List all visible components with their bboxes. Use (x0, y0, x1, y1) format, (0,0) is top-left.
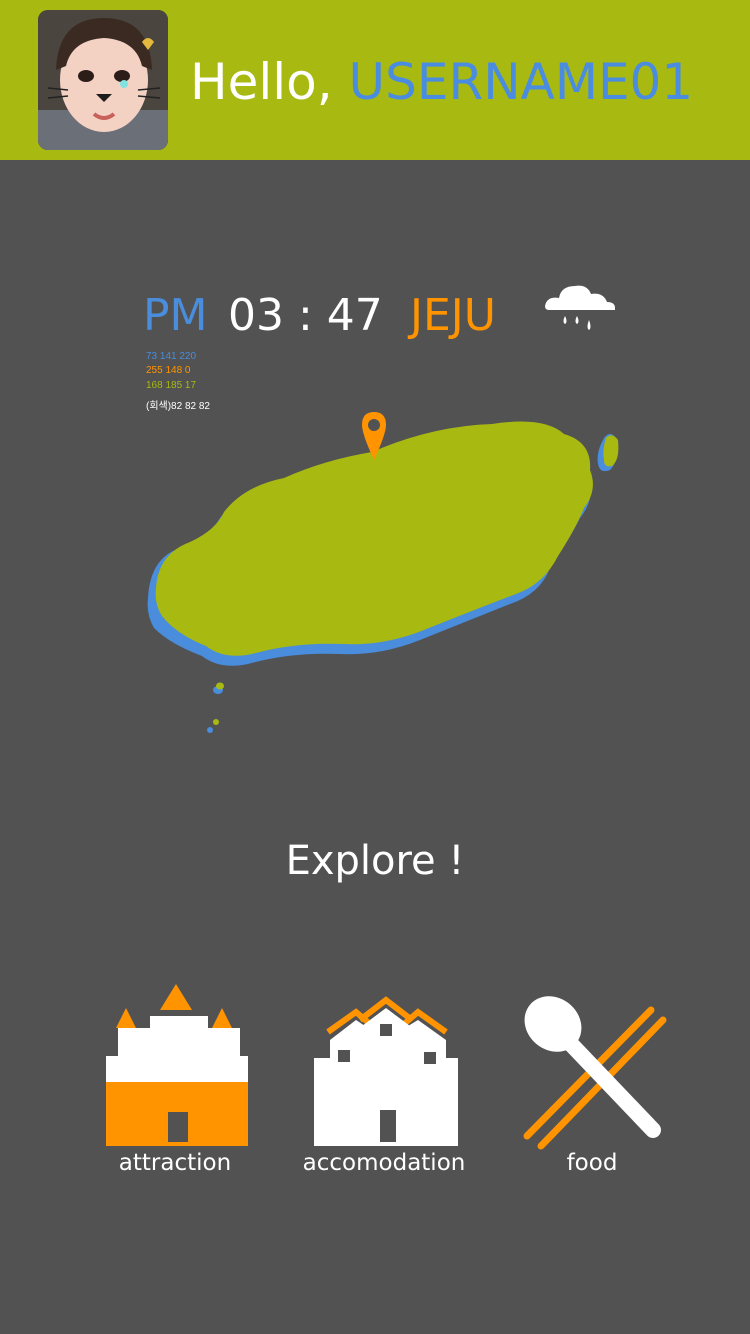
greeting-label: Hello, (190, 53, 333, 111)
category-label-accomodation: accomodation (302, 1150, 466, 1176)
location-pin-icon[interactable] (360, 410, 388, 462)
city-label: JEJU (410, 290, 496, 341)
color-note-orange: 255 148 0 (146, 365, 191, 376)
avatar[interactable] (38, 10, 168, 150)
jeju-island-map[interactable] (140, 408, 630, 743)
houses-icon (314, 996, 458, 1146)
color-note-blue: 73 141 220 (146, 351, 197, 362)
category-label-food: food (566, 1150, 618, 1176)
time-label: 03 : 47 (228, 290, 383, 341)
color-note-green: 168 185 17 (146, 380, 197, 391)
greeting-text: Hello, USERNAME01 (190, 52, 693, 112)
ampm-label: PM (143, 290, 208, 341)
category-label-attraction: attraction (118, 1150, 232, 1176)
palace-icon (106, 984, 248, 1146)
spoon-chopsticks-icon (523, 996, 667, 1150)
category-food[interactable]: food (516, 980, 668, 1176)
username-label: USERNAME01 (348, 53, 694, 111)
rain-cloud-icon (543, 280, 617, 343)
explore-title: Explore ! (285, 838, 465, 884)
category-attraction[interactable]: attraction (98, 980, 252, 1176)
category-accomodation[interactable]: accomodation (300, 980, 468, 1176)
profile-photo-icon (38, 10, 168, 150)
header-bar: Hello, USERNAME01 (0, 0, 750, 160)
